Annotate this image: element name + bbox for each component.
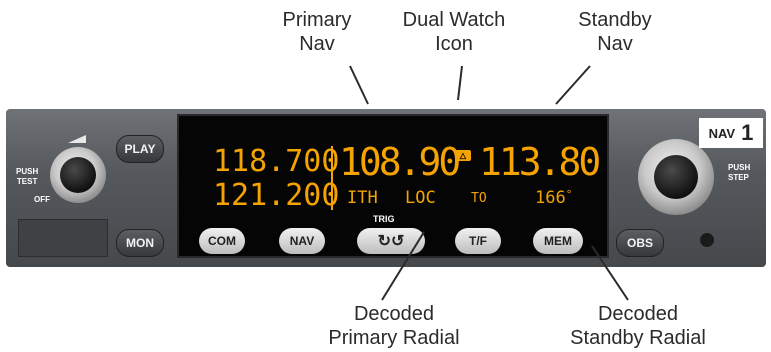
leader-decoded-primary — [381, 231, 425, 301]
callout-leader-lines — [349, 65, 629, 301]
leader-primary-nav — [349, 65, 369, 105]
leader-standby-nav — [555, 65, 591, 105]
leader-decoded-standby — [591, 245, 629, 301]
leader-dual-watch — [457, 65, 463, 101]
